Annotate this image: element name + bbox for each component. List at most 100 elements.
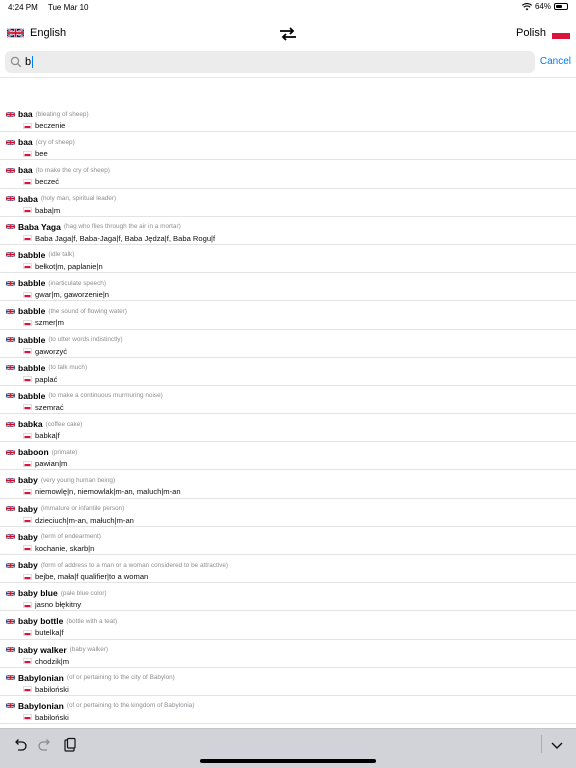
translation: babiloński <box>35 684 69 694</box>
poland-flag-icon <box>23 573 32 580</box>
result-row[interactable]: babble (inarticulate speech) gwar|m, gaw… <box>0 273 576 302</box>
entry-line: baby (immature or infantile person) <box>6 504 124 514</box>
translation: bee <box>35 149 48 159</box>
uk-flag-icon <box>6 449 15 455</box>
result-row[interactable]: baby (very young human being) niemowlę|n… <box>0 470 576 499</box>
translation-line: babiloński <box>23 685 69 694</box>
headword: baboon <box>18 447 49 458</box>
translation: babka|f <box>35 431 60 441</box>
poland-flag-icon <box>23 432 32 439</box>
result-row[interactable]: baa (to make the cry of sheep) beczeć <box>0 160 576 189</box>
translation: jasno błękitny <box>35 600 82 610</box>
uk-flag-icon <box>6 195 15 202</box>
translation: gaworzyć <box>35 346 68 356</box>
target-language-button[interactable]: Polish <box>516 27 570 39</box>
undo-icon[interactable] <box>12 737 28 753</box>
headword: baa <box>18 165 33 176</box>
translation: beczenie <box>35 121 66 130</box>
sense-note: (pale blue color) <box>60 589 107 597</box>
translation: paplać <box>35 374 58 384</box>
result-row[interactable]: babble (to make a continuous murmuring n… <box>0 386 576 415</box>
poland-flag-icon <box>23 460 32 467</box>
headword: babble <box>18 278 46 289</box>
result-row[interactable]: baa (bleating of sheep) beczenie <box>0 104 576 133</box>
poland-flag-icon <box>23 658 32 665</box>
poland-flag-icon <box>23 629 32 636</box>
status-date: Tue Mar 10 <box>47 3 89 12</box>
sense-note: (very young human being) <box>40 476 116 484</box>
result-row[interactable]: babble (idle talk) bełkot|m, paplanie|n <box>0 245 576 274</box>
entry-line: babble (the sound of flowing water) <box>6 306 127 316</box>
status-time-date: 4:24 PM Tue Mar 10 <box>8 3 96 12</box>
entry-line: babble (to make a continuous murmuring n… <box>6 391 163 401</box>
result-row[interactable]: babka (coffee cake) babka|f <box>0 414 576 443</box>
redo-icon[interactable] <box>37 737 53 753</box>
entry-line: baa (to make the cry of sheep) <box>6 165 110 175</box>
result-row[interactable]: Baba Yaga (hag who flies through the air… <box>0 217 576 245</box>
result-row[interactable]: babble (the sound of flowing water) szme… <box>0 301 576 330</box>
poland-flag-icon <box>23 263 32 270</box>
clipboard-icon[interactable] <box>62 737 78 753</box>
result-row[interactable]: baa (cry of sheep) bee <box>0 132 576 161</box>
source-language-button[interactable]: English <box>7 27 66 39</box>
uk-flag-icon <box>6 421 15 427</box>
uk-flag-icon <box>6 590 15 596</box>
entry-line: baby bottle (bottle with a teat) <box>6 616 117 626</box>
headword: Babylonian <box>18 700 64 711</box>
sense-note: (bleating of sheep) <box>35 110 89 118</box>
entry-line: baa (cry of sheep) <box>6 137 75 147</box>
result-row[interactable]: baby (form of address to a man or a woma… <box>0 555 576 584</box>
headword: babble <box>18 249 46 260</box>
headword: baby bottle <box>18 616 64 627</box>
translation: Baba Jaga|f, Baba-Jaga|f, Baba Jędza|f, … <box>35 233 216 243</box>
result-row[interactable]: babble (to talk much) paplać <box>0 358 576 386</box>
translation: szemrać <box>35 402 64 412</box>
sense-note: (to make a continuous murmuring noise) <box>48 392 163 400</box>
poland-flag-icon <box>23 686 32 693</box>
translation: butelka|f <box>35 628 64 638</box>
headword: babble <box>18 334 46 345</box>
uk-flag-icon <box>6 365 15 371</box>
headword: baby <box>18 560 38 570</box>
translation-line: gwar|m, gaworzenie|n <box>23 290 109 299</box>
result-row[interactable]: baby (term of endearment) kochanie, skar… <box>0 527 576 555</box>
chevron-down-icon[interactable] <box>549 737 565 753</box>
toolbar-divider <box>541 735 542 753</box>
translation: gwar|m, gaworzenie|n <box>35 290 110 300</box>
uk-flag-icon <box>7 27 24 39</box>
result-row[interactable]: Babylonian (of or pertaining to the city… <box>0 668 576 696</box>
result-row[interactable]: baby blue (pale blue color) jasno błękit… <box>0 583 576 612</box>
cancel-button[interactable]: Cancel <box>540 56 571 67</box>
entry-line: babble (to talk much) <box>6 363 87 373</box>
poland-flag-icon <box>23 150 32 157</box>
result-row[interactable]: baba (holy man, spiritual leader) baba|m <box>0 189 576 217</box>
search-input[interactable] <box>25 54 525 70</box>
translation-line: szmer|m <box>23 318 64 327</box>
search-box[interactable] <box>5 51 535 73</box>
sense-note: (to utter words indistinctly) <box>48 336 123 343</box>
uk-flag-icon <box>6 252 15 258</box>
translation: pawian|m <box>35 459 68 469</box>
translation: niemowlę|n, niemowlak|m-an, maluch|m-an <box>35 487 181 497</box>
result-row[interactable]: Babylonian (of or pertaining to the king… <box>0 696 576 725</box>
translation-line: pawian|m <box>23 459 67 468</box>
uk-flag-icon <box>6 336 15 343</box>
translation-line: bejbe, mała|f qualifier|to a woman <box>23 572 148 581</box>
swap-arrows-icon[interactable] <box>278 26 298 42</box>
sense-note: (primate) <box>51 448 78 456</box>
entry-line: Baba Yaga (hag who flies through the air… <box>6 222 181 232</box>
headword: baby <box>18 503 38 514</box>
result-row[interactable]: baboon (primate) pawian|m <box>0 442 576 471</box>
result-row[interactable]: baby (immature or infantile person) dzie… <box>0 499 576 527</box>
result-row[interactable]: babble (to utter words indistinctly) gaw… <box>0 330 576 358</box>
translation: bejbe, mała|f qualifier|to a woman <box>35 572 149 581</box>
translation: szmer|m <box>35 318 64 328</box>
headword: babble <box>18 362 46 373</box>
language-bar: English Polish <box>0 20 576 48</box>
translation-line: butelka|f <box>23 628 64 637</box>
sense-note: (to make the cry of sheep) <box>35 166 110 174</box>
uk-flag-icon <box>6 224 15 230</box>
result-row[interactable]: baby bottle (bottle with a teat) butelka… <box>0 611 576 640</box>
translation: dzieciuch|m-an, małuch|m-an <box>35 515 134 525</box>
result-row[interactable]: baby walker (baby walker) chodzik|m <box>0 640 576 668</box>
